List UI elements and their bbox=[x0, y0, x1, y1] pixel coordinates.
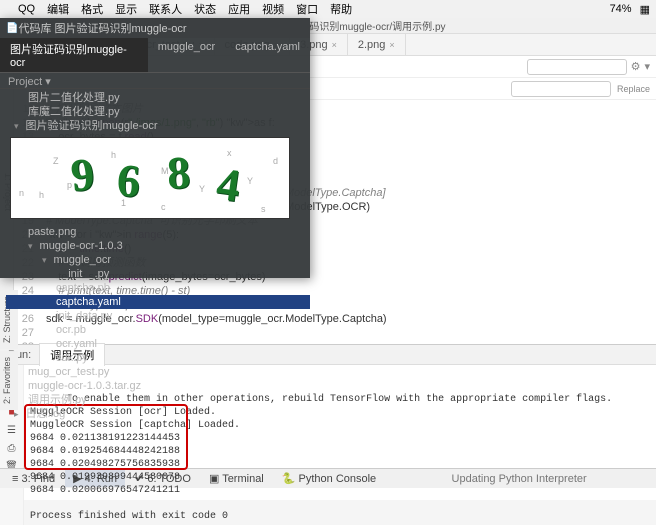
popup-tab[interactable]: captcha.yaml bbox=[225, 38, 310, 72]
menu-item[interactable]: 帮助 bbox=[330, 1, 352, 17]
tree-item[interactable]: sdk.py bbox=[6, 351, 310, 365]
pin-icon[interactable]: ⎙ bbox=[5, 441, 19, 455]
tree-item[interactable]: __init__.py bbox=[6, 267, 310, 281]
tree-item[interactable]: captcha.pb bbox=[6, 281, 310, 295]
tree-item[interactable]: 日志.log bbox=[6, 407, 310, 421]
tree-item[interactable]: 图片二值化处理.py bbox=[6, 91, 310, 105]
tree-item[interactable]: mug_ocr_test.py bbox=[6, 365, 310, 379]
menu-item[interactable]: 联系人 bbox=[149, 1, 182, 17]
mac-menubar: QQ 编辑 格式 显示 联系人 状态 应用 视频 窗口 帮助 74% ▦ bbox=[0, 0, 656, 18]
tree-item[interactable]: 库魔二值化处理.py bbox=[6, 105, 310, 119]
popup-tab[interactable]: muggle_ocr bbox=[148, 38, 225, 72]
tree-item[interactable]: ocr.pb bbox=[6, 323, 310, 337]
tree-item[interactable]: paste.png bbox=[6, 225, 310, 239]
tree-item[interactable]: 调用示例.py bbox=[6, 393, 310, 407]
battery-icon: 74% bbox=[610, 3, 632, 15]
menu-item[interactable]: 应用 bbox=[228, 1, 250, 17]
menu-item[interactable]: 状态 bbox=[194, 1, 216, 17]
tree-item[interactable]: muggle-ocr-1.0.3 bbox=[6, 239, 310, 253]
replace-button[interactable]: Replace bbox=[617, 84, 650, 94]
gear-icon[interactable]: ⚙ bbox=[631, 60, 641, 73]
popup-tab[interactable]: 图片验证码识别muggle-ocr bbox=[0, 38, 148, 72]
menu-item[interactable]: QQ bbox=[18, 3, 35, 15]
menu-item[interactable]: 窗口 bbox=[296, 1, 318, 17]
tree-item[interactable]: captcha.yaml bbox=[6, 295, 310, 309]
close-icon[interactable]: × bbox=[332, 40, 337, 50]
close-icon[interactable]: × bbox=[389, 40, 394, 50]
tree-item[interactable]: init_data.py bbox=[6, 309, 310, 323]
editor-tab[interactable]: 2.png× bbox=[348, 34, 406, 55]
chevron-down-icon[interactable]: ▾ bbox=[644, 60, 650, 73]
tree-item[interactable]: ocr.yaml bbox=[6, 337, 310, 351]
menu-item[interactable]: 编辑 bbox=[47, 1, 69, 17]
tree-item[interactable]: 图片验证码识别muggle-ocr bbox=[6, 119, 310, 133]
layout-icon[interactable]: ☰ bbox=[5, 423, 19, 437]
project-dropdown[interactable]: Project ▾ bbox=[0, 73, 310, 89]
captcha-image: n h Z p h 1 M c Y x Y s d 9 6 8 4 bbox=[10, 137, 290, 219]
tree-item[interactable]: muggle_ocr bbox=[6, 253, 310, 267]
find-input[interactable] bbox=[527, 59, 627, 75]
tree-item[interactable]: muggle-ocr-1.0.3.tar.gz bbox=[6, 379, 310, 393]
status-icons: ▦ bbox=[640, 3, 650, 16]
replace-input[interactable] bbox=[511, 81, 611, 97]
menu-item[interactable]: 格式 bbox=[81, 1, 103, 17]
preview-popup: 📄 代码库 图片验证码识别muggle-ocr 图片验证码识别muggle-oc… bbox=[0, 18, 310, 278]
menu-item[interactable]: 显示 bbox=[115, 1, 137, 17]
menu-item[interactable]: 视频 bbox=[262, 1, 284, 17]
popup-title: 📄 代码库 图片验证码识别muggle-ocr bbox=[0, 18, 310, 38]
